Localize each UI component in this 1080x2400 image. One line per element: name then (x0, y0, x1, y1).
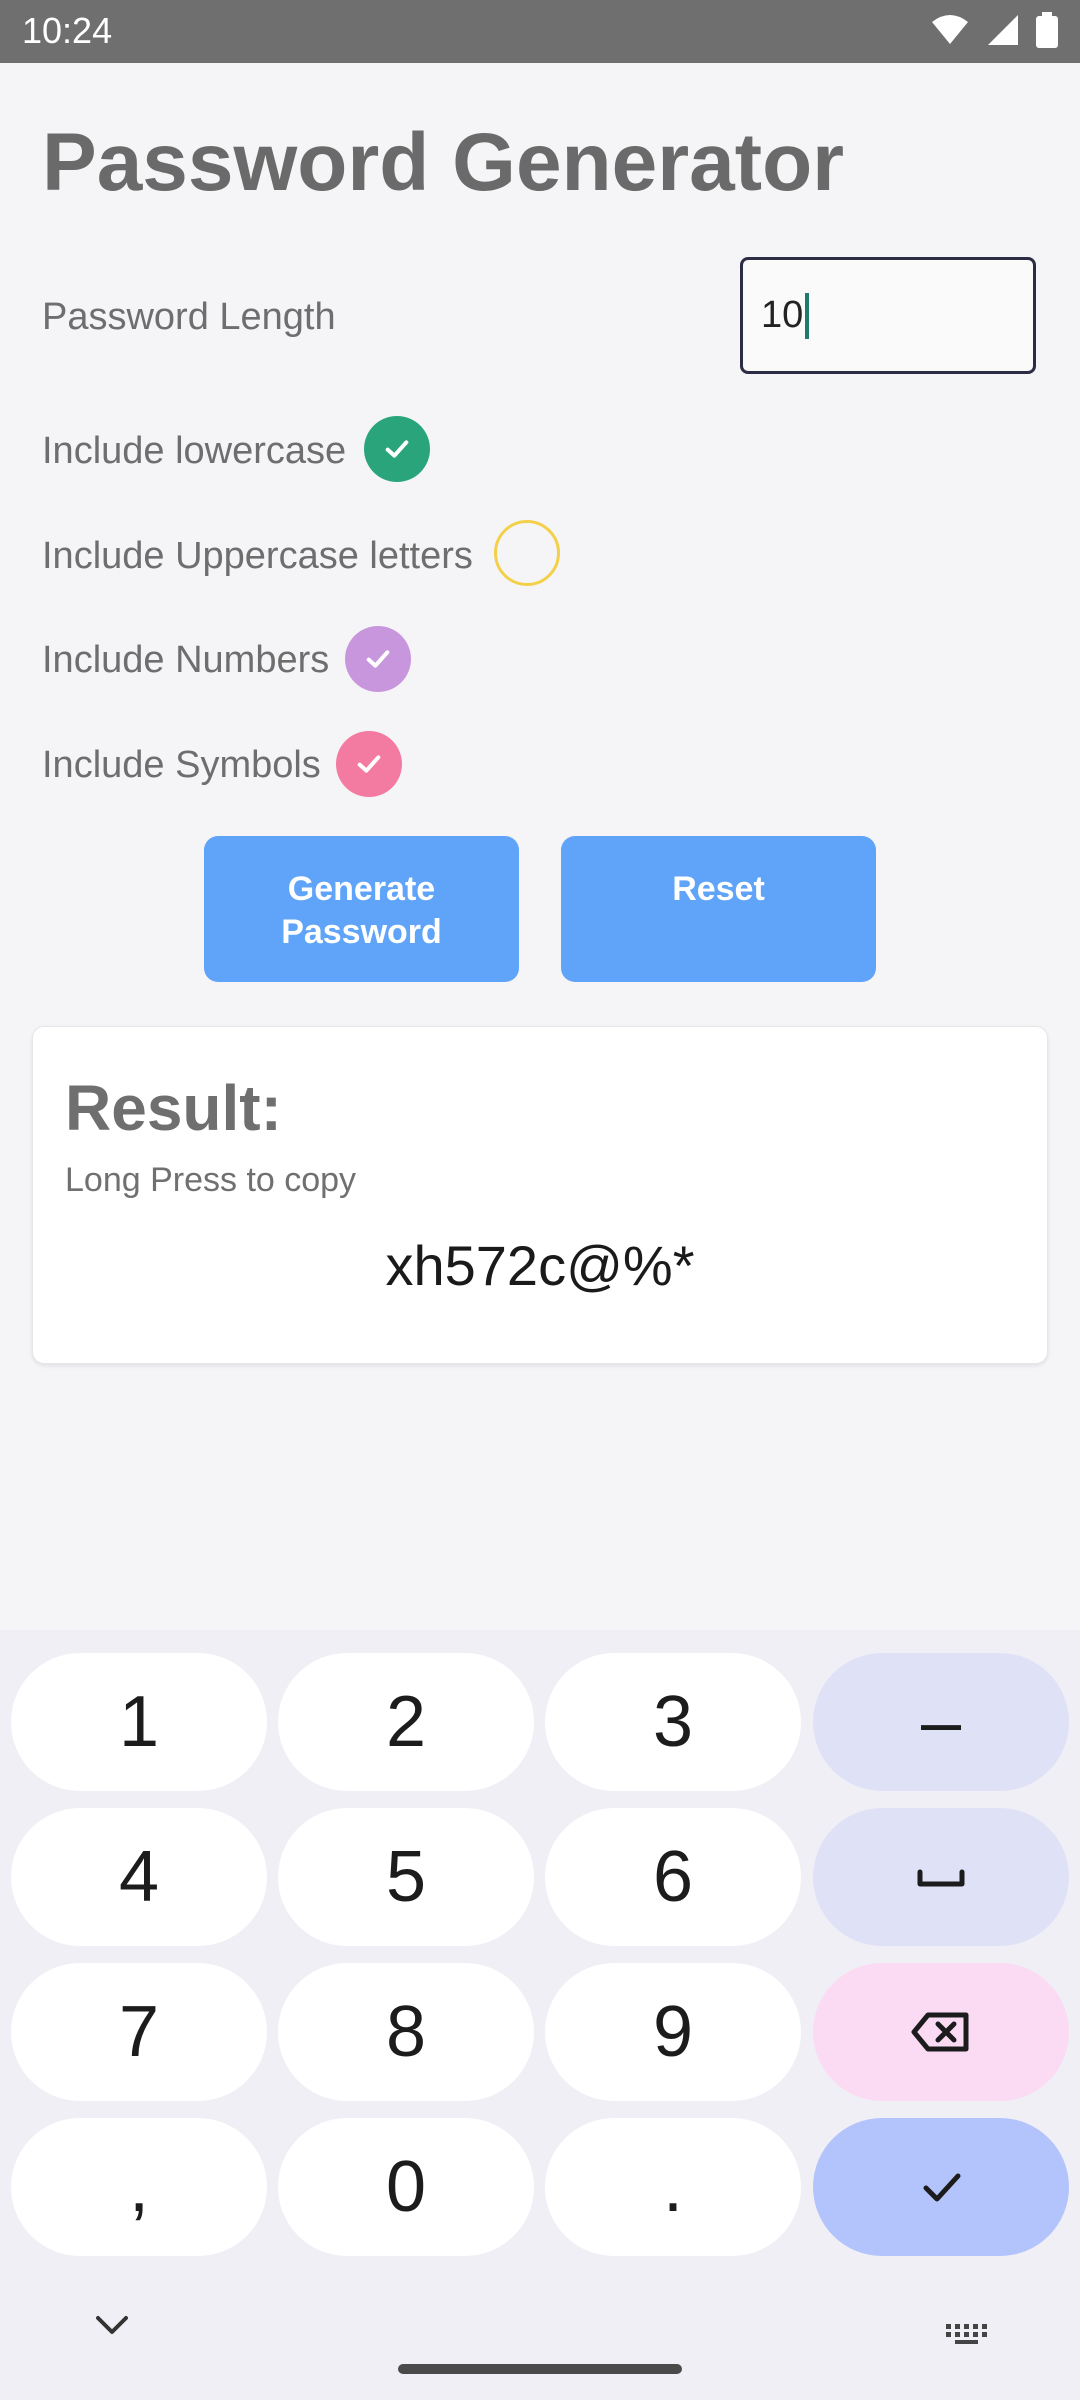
option-lowercase-label: Include lowercase (42, 430, 347, 472)
signal-icon (988, 15, 1018, 45)
reset-button-label: Reset (672, 870, 765, 908)
checkmark-icon (923, 2173, 961, 2202)
result-title: Result: (65, 1072, 282, 1144)
password-length-input[interactable]: 10 (740, 257, 1036, 374)
option-uppercase-label: Include Uppercase letters (42, 535, 473, 577)
checkmark-icon (366, 650, 390, 668)
result-card: Result: Long Press to copy xh572c@%* (32, 1026, 1048, 1364)
key-dash[interactable]: – (813, 1653, 1069, 1791)
home-indicator[interactable] (398, 2364, 682, 2374)
generate-password-button[interactable]: Generate Password (204, 836, 519, 982)
key-done[interactable] (813, 2118, 1069, 2256)
symbols-checkbox[interactable] (336, 731, 402, 797)
option-symbols-label: Include Symbols (42, 744, 321, 786)
text-caret (805, 292, 810, 339)
key-period[interactable]: . (545, 2118, 801, 2256)
page-title: Password Generator (42, 117, 845, 208)
key-7[interactable]: 7 (11, 1963, 267, 2101)
status-bar: 10:24 (0, 0, 1080, 63)
key-0[interactable]: 0 (278, 2118, 534, 2256)
battery-icon (1036, 12, 1058, 48)
key-4[interactable]: 4 (11, 1808, 267, 1946)
password-length-value: 10 (761, 294, 804, 336)
keyboard-icon[interactable] (944, 2322, 992, 2346)
generate-button-line2: Password (281, 913, 442, 951)
status-time: 10:24 (22, 10, 113, 51)
numbers-checkbox[interactable] (345, 626, 411, 692)
key-backspace[interactable] (813, 1963, 1069, 2101)
backspace-icon (911, 2012, 969, 2052)
option-numbers-label: Include Numbers (42, 639, 330, 681)
key-6[interactable]: 6 (545, 1808, 801, 1946)
checkmark-icon (357, 755, 381, 773)
key-5[interactable]: 5 (278, 1808, 534, 1946)
key-9[interactable]: 9 (545, 1963, 801, 2101)
generate-button-line1: Generate (287, 870, 436, 908)
key-8[interactable]: 8 (278, 1963, 534, 2101)
uppercase-checkbox[interactable] (494, 520, 560, 586)
wifi-icon (932, 15, 968, 44)
key-comma[interactable]: , (11, 2118, 267, 2256)
generated-password[interactable]: xh572c@%* (33, 1233, 1047, 1298)
generate-button-label: Generate Password (281, 868, 442, 954)
checkmark-icon (385, 440, 409, 458)
space-icon (917, 1869, 965, 1887)
reset-button[interactable]: Reset (561, 836, 876, 982)
key-2[interactable]: 2 (278, 1653, 534, 1791)
key-3[interactable]: 3 (545, 1653, 801, 1791)
password-length-label: Password Length (42, 296, 336, 338)
key-space[interactable] (813, 1808, 1069, 1946)
lowercase-checkbox[interactable] (364, 416, 430, 482)
key-1[interactable]: 1 (11, 1653, 267, 1791)
result-hint: Long Press to copy (65, 1161, 357, 1199)
status-icons (930, 12, 1058, 48)
numeric-keyboard: 1 2 3 – 4 5 6 7 8 9 , 0 . (0, 1630, 1080, 2400)
chevron-down-icon[interactable] (92, 2312, 132, 2338)
